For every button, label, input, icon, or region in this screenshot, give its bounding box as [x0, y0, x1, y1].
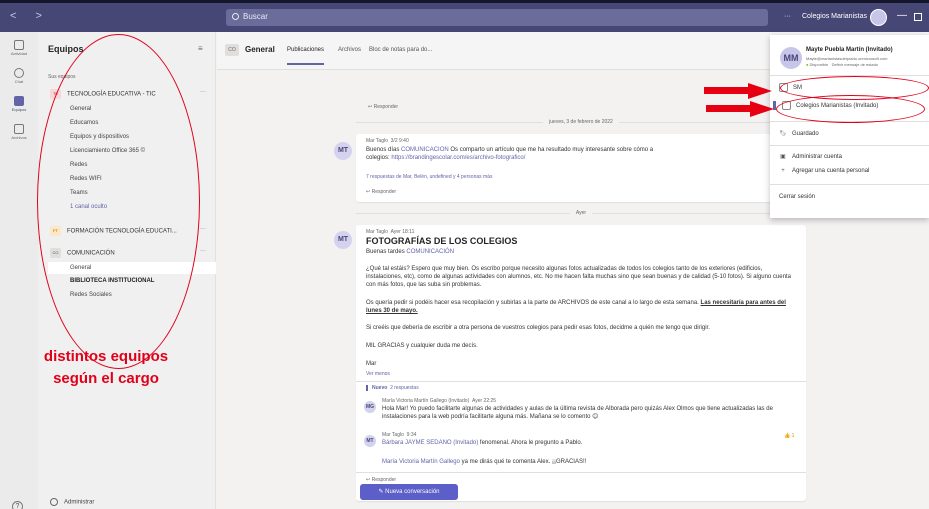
avatar: MT — [364, 435, 376, 447]
divider — [356, 472, 806, 473]
new-conversation-button[interactable]: ✎ Nueva conversación — [360, 484, 458, 500]
date-separator: jueves, 3 de febrero de 2022 — [356, 119, 806, 132]
more-icon[interactable]: ··· — [200, 89, 206, 95]
divider — [770, 145, 929, 146]
avatar: MG — [364, 401, 376, 413]
post-fotografias: MT Mar Taglo Ayer 18:11 FOTOGRAFÍAS DE L… — [334, 225, 806, 501]
filter-icon[interactable]: ≡ — [198, 44, 203, 53]
channel-avatar: CO — [225, 44, 239, 56]
teams-heading: Equipos — [48, 44, 84, 54]
org-name[interactable]: Colegios Marianistas — [802, 13, 867, 20]
rail-chat[interactable]: Chat — [0, 68, 38, 84]
profile-name: Mayte Puebla Martín (Invitado) — [806, 47, 893, 53]
post-meta: Mar Taglo 3/2 9:40 — [366, 138, 409, 144]
post-articulo: MT Mar Taglo 3/2 9:40 Buenos días COMUNI… — [334, 134, 806, 202]
channel-title: General — [245, 45, 275, 54]
post-paragraph: MIL GRACIAS y cualquier duda me decís. — [366, 343, 478, 349]
manage-account[interactable]: ▣ Administrar cuenta — [779, 153, 842, 160]
sign-out[interactable]: Cerrar sesión — [779, 194, 815, 200]
profile-flyout: MM Mayte Puebla Martín (Invitado) Mayte@… — [770, 35, 929, 218]
tab-posts[interactable]: Publicaciones — [287, 47, 325, 65]
back-forward-arrows[interactable]: < > — [10, 10, 50, 22]
file-icon — [14, 124, 24, 134]
mention[interactable]: María Victoria Martín Gallego — [382, 459, 460, 465]
more-icon[interactable]: ··· — [200, 248, 206, 254]
annotation-text: distintos equipos según el cargo — [43, 348, 169, 387]
mention[interactable]: Bárbara JAYME SEDANO (Invitado) — [382, 440, 478, 446]
avatar: MT — [334, 231, 352, 249]
reply-meta: María Victoria Martín Gallego (Invitado)… — [382, 398, 497, 404]
profile-email: Mayte@marianistasdelprado.onmicrosoft.co… — [806, 56, 888, 61]
rail-activity[interactable]: Actividad — [0, 40, 38, 56]
teams-icon — [14, 96, 24, 106]
minimize-button[interactable]: — — [897, 10, 907, 21]
tab-notes[interactable]: Bloc de notas para do... — [369, 47, 432, 53]
reply-body: Bárbara JAYME SEDANO (Invitado) fenomena… — [382, 440, 583, 446]
rail-teams[interactable]: Equipos — [0, 96, 38, 112]
post-subject: FOTOGRAFÍAS DE LOS COLEGIOS — [366, 236, 518, 246]
more-options-icon[interactable]: ··· — [784, 13, 791, 20]
reply-link[interactable]: ↩ Responder — [368, 104, 398, 110]
search-input[interactable]: Buscar — [226, 9, 768, 26]
reply-meta: Mar Taglo 9:34 — [382, 432, 417, 438]
more-icon[interactable]: ··· — [200, 226, 206, 232]
mention[interactable]: COMUNICACIÓN — [401, 147, 449, 153]
article-link[interactable]: https://brandingescolar.com/es/archivo-f… — [391, 155, 525, 161]
reply-link[interactable]: ↩ Responder — [366, 189, 396, 195]
manage-teams[interactable]: Administrar — [50, 498, 94, 506]
conversation-feed: ↩ Responder jueves, 3 de febrero de 2022… — [334, 72, 806, 509]
divider — [770, 184, 929, 185]
help-icon[interactable]: ? — [12, 501, 23, 509]
like-count[interactable]: 👍 1 — [784, 433, 794, 439]
replies-summary[interactable]: 7 respuestas de Mar, Belén, undefined y … — [366, 174, 492, 180]
post-meta: Mar Taglo Ayer 18:11 — [366, 229, 415, 235]
avatar[interactable] — [870, 9, 887, 26]
bell-icon — [14, 40, 24, 50]
mention[interactable]: COMUNICACIÓN — [406, 249, 454, 255]
see-less-link[interactable]: Ver menos — [366, 371, 390, 377]
add-personal-account[interactable]: + Agregar una cuenta personal — [779, 168, 869, 174]
tab-files[interactable]: Archivos — [338, 47, 361, 53]
annotation-arrow — [704, 83, 772, 99]
post-body: Buenos días COMUNICACIÓN Os comparto un … — [366, 147, 654, 161]
divider — [356, 381, 806, 382]
post-signature: Mar — [366, 361, 377, 367]
status-available[interactable]: Disponible — [810, 62, 829, 67]
avatar: MT — [334, 142, 352, 160]
reply-body: Hola Mar! Yo puedo facilitarte algunas d… — [382, 406, 773, 420]
new-replies-indicator[interactable]: Nuevo 2 respuestas — [366, 385, 419, 391]
post-paragraph: ¿Qué tal estáis? Espero que muy bien. Os… — [366, 266, 791, 288]
profile-status: ● Disponible Definir mensaje de estado — [806, 62, 878, 67]
search-icon — [232, 13, 239, 20]
title-bar-right: ··· Colegios Marianistas — — [769, 3, 929, 32]
maximize-button[interactable] — [914, 13, 922, 21]
app-rail: Actividad Chat Equipos Archivos ? — [0, 32, 38, 509]
plus-icon: + — [781, 168, 785, 174]
saved-item[interactable]: 🔖︎ Guardado — [779, 130, 819, 137]
bookmark-icon: 🔖︎ — [779, 131, 787, 137]
annotation-arrow — [706, 101, 774, 117]
annotation-oval — [776, 95, 925, 123]
reply-body: María Victoria Martín Gallego ya me dirá… — [382, 459, 587, 465]
gear-icon — [50, 498, 58, 506]
post-paragraph: Si creéis que debería de escribir a otra… — [366, 325, 710, 331]
annotation-ellipse — [37, 34, 200, 369]
date-separator: Ayer — [356, 210, 806, 223]
account-icon: ▣ — [780, 154, 786, 160]
chat-icon — [14, 68, 24, 78]
reply-link[interactable]: ↩ Responder — [366, 477, 396, 483]
rail-files[interactable]: Archivos — [0, 124, 38, 140]
post-paragraph: Os quería pedir si podéis hacer esa reco… — [366, 300, 786, 314]
title-bar: < > Buscar ··· Colegios Marianistas — — [0, 0, 929, 32]
avatar: MM — [780, 47, 802, 69]
set-status-message[interactable]: Definir mensaje de estado — [832, 62, 878, 67]
post-greeting: Buenas tardes COMUNICACIÓN — [366, 249, 455, 255]
